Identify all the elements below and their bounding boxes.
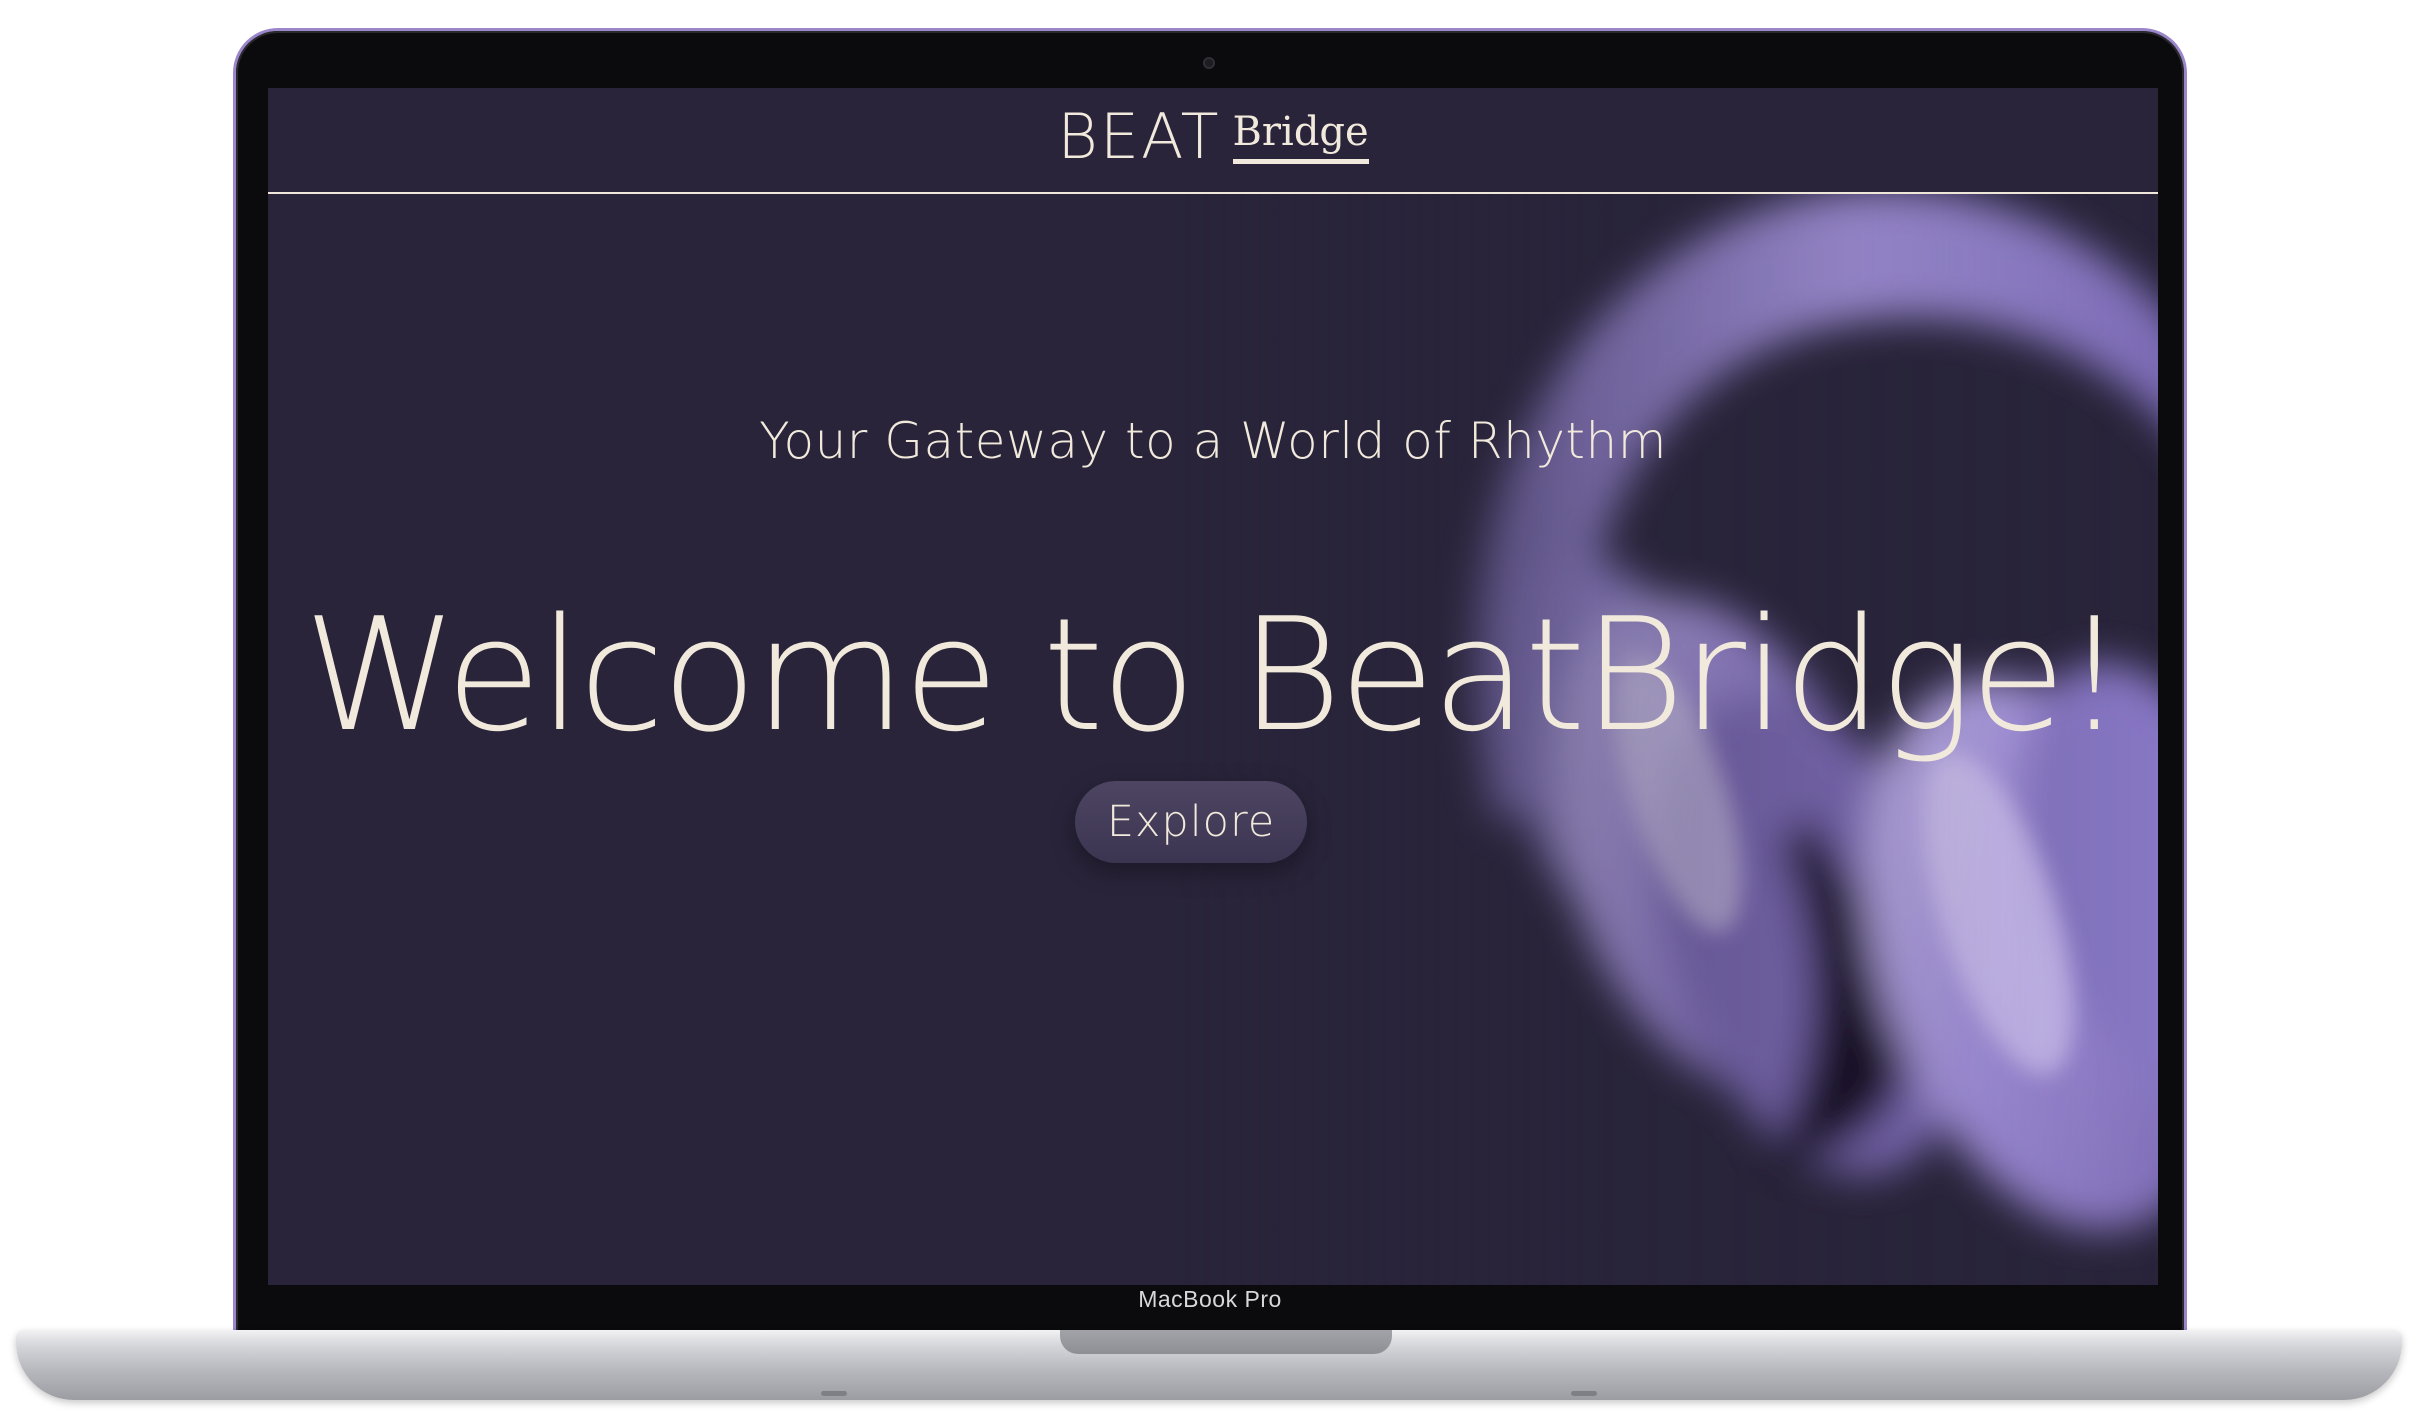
explore-button[interactable]: Explore	[1075, 781, 1307, 863]
logo-beat: BEAT	[1057, 100, 1221, 173]
hero-section: Your Gateway to a World of Rhythm Welcom…	[268, 194, 2158, 1285]
lid-opening-notch	[1060, 1330, 1392, 1354]
rubber-foot-left	[821, 1391, 847, 1396]
laptop-base	[16, 1330, 2402, 1400]
hero-headline: Welcome to BeatBridge!	[303, 583, 2125, 766]
camera-icon	[1203, 57, 1215, 69]
rubber-foot-right	[1571, 1391, 1597, 1396]
site-header: BEAT Bridge	[268, 88, 2158, 194]
site-logo[interactable]: BEAT Bridge	[268, 100, 2158, 173]
hero-content: Your Gateway to a World of Rhythm Welcom…	[268, 194, 2158, 1285]
laptop-screen: BEAT Bridge Your Gateway to a World of R…	[268, 88, 2158, 1285]
hero-eyebrow: Your Gateway to a World of Rhythm	[759, 412, 1667, 470]
device-label: MacBook Pro	[1138, 1286, 1282, 1312]
screenshot-canvas: MacBook Pro BEAT Bridge Your Gateway to …	[0, 0, 2418, 1424]
logo-bridge: Bridge	[1232, 109, 1369, 164]
